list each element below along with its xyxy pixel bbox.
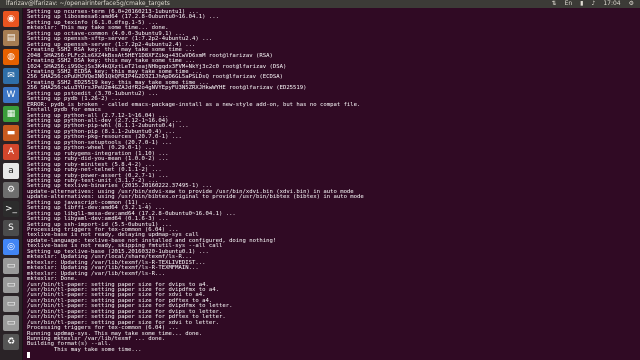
text-cursor (27, 352, 30, 359)
drive-icon-2[interactable]: ▭ (3, 277, 19, 293)
trash-icon[interactable]: ♻ (3, 334, 19, 350)
amazon-icon[interactable]: a (3, 163, 19, 179)
thunderbird-icon[interactable]: ✉ (3, 68, 19, 84)
software-center-icon[interactable]: A (3, 144, 19, 160)
terminal-window[interactable]: Setting up ncurses-term (6.0+20160213-1u… (23, 8, 640, 360)
drive-icon[interactable]: ▭ (3, 258, 19, 274)
chromium-icon[interactable]: ◎ (3, 239, 19, 255)
firefox-icon[interactable]: ◍ (3, 49, 19, 65)
top-panel: lfarizav@lfarizav: ~/openairinterface5g/… (0, 0, 640, 8)
drive-icon-4[interactable]: ▭ (3, 315, 19, 331)
battery-icon[interactable]: ▮ (580, 0, 583, 8)
system-tray: ⇅ En ▮ ♪ 17:04 ⚙ (552, 0, 634, 8)
clock[interactable]: 17:04 (603, 0, 620, 8)
impress-icon[interactable]: ▬ (3, 125, 19, 141)
settings-icon[interactable]: ⚙ (3, 182, 19, 198)
power-icon[interactable]: ⚙ (629, 0, 634, 8)
network-icon[interactable]: ⇅ (552, 0, 557, 8)
terminal-line: This may take some time... (27, 346, 142, 353)
writer-icon[interactable]: W (3, 87, 19, 103)
sublime-text-icon[interactable]: S (3, 220, 19, 236)
volume-icon[interactable]: ♪ (591, 0, 595, 8)
calc-icon[interactable]: ▦ (3, 106, 19, 122)
terminal-icon[interactable]: >_ (3, 201, 19, 217)
dash-icon[interactable]: ◉ (3, 11, 19, 27)
keyboard-icon[interactable]: En (565, 0, 573, 8)
window-title: lfarizav@lfarizav: ~/openairinterface5g/… (6, 0, 170, 7)
drive-icon-3[interactable]: ▭ (3, 296, 19, 312)
launcher: ◉ ▤ ◍ ✉ W ▦ ▬ Aa ⚙ >_ S ◎ ▭ ▭ ▭ ▭ ♻ (0, 8, 23, 360)
files-icon[interactable]: ▤ (3, 30, 19, 46)
